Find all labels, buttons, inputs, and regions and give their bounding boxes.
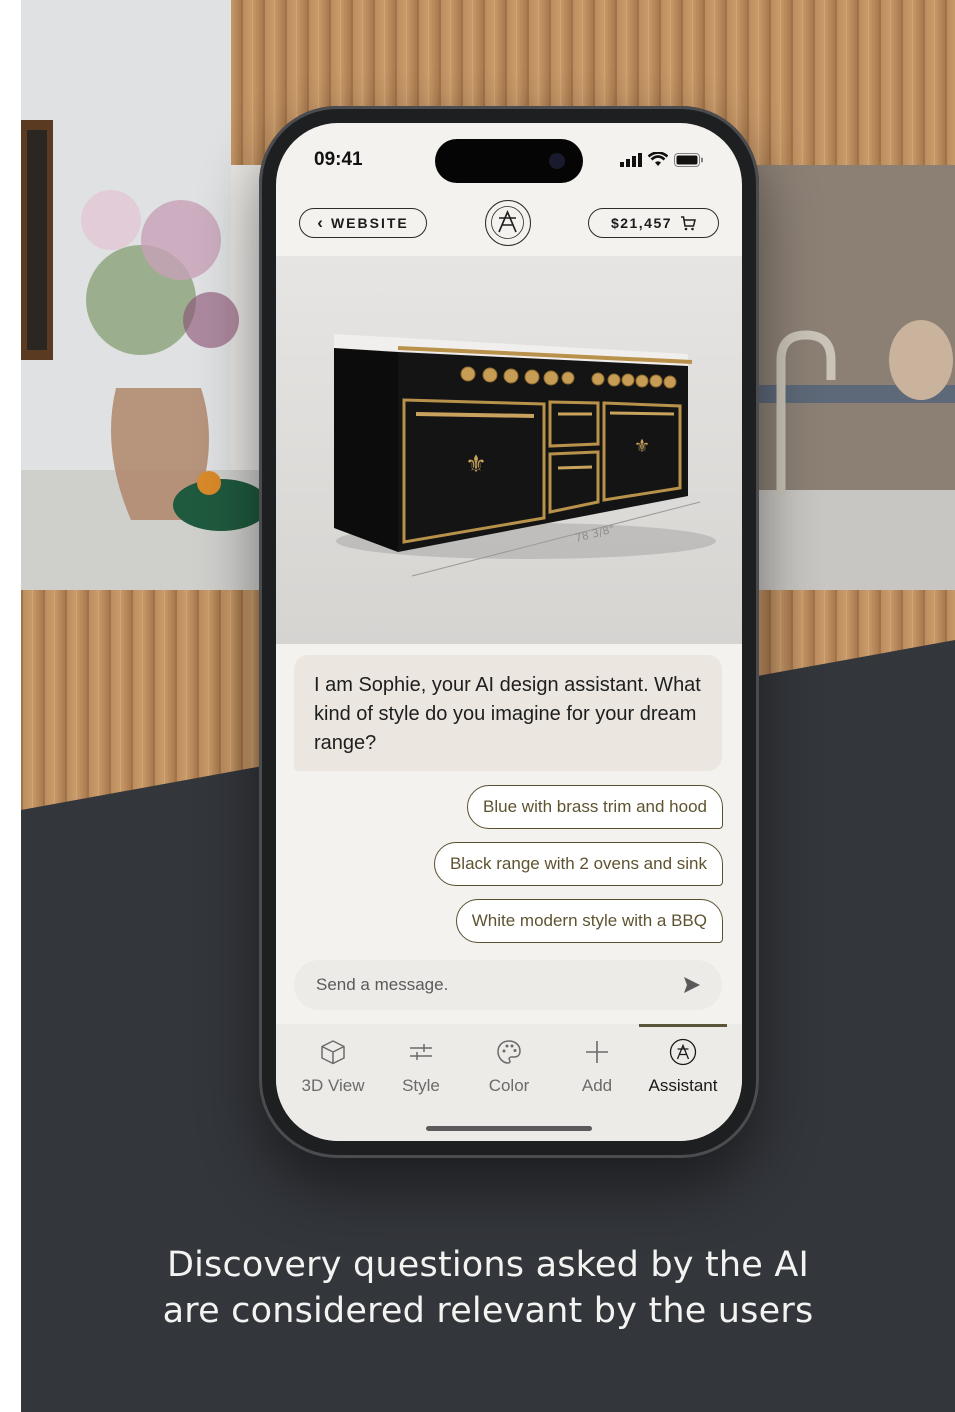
assistant-message-bubble: I am Sophie, your AI design assistant. W… xyxy=(294,655,722,771)
signal-icon xyxy=(620,153,642,167)
tab-assistant[interactable]: Assistant xyxy=(639,1024,727,1108)
brand-logo[interactable] xyxy=(485,200,531,246)
bottom-tab-bar: 3D View Style Color Add Assistant xyxy=(276,1024,742,1141)
caption-line-2: are considered relevant by the users xyxy=(162,1291,814,1331)
back-button-label: WEBSITE xyxy=(330,215,409,231)
brand-logo-icon xyxy=(491,206,524,239)
sliders-icon xyxy=(410,1044,432,1060)
cart-icon xyxy=(681,216,697,231)
brand-logo-icon xyxy=(669,1038,697,1066)
status-icons xyxy=(620,151,704,167)
wifi-icon xyxy=(648,152,668,166)
tab-add[interactable]: Add xyxy=(553,1024,641,1108)
chevron-left-icon: ‹ xyxy=(317,213,323,232)
back-to-website-button[interactable]: ‹ WEBSITE xyxy=(299,208,427,238)
dynamic-island xyxy=(435,139,583,183)
tab-label: Color xyxy=(488,1076,530,1095)
cart-button[interactable]: $21,457 xyxy=(588,208,719,238)
tab-color[interactable]: Color xyxy=(465,1024,553,1108)
message-composer xyxy=(294,960,722,1010)
slide-caption: Discovery questions asked by the AI are … xyxy=(21,1242,955,1334)
tab-label: Add xyxy=(581,1076,613,1095)
suggestion-label: Black range with 2 ovens and sink xyxy=(449,854,707,873)
tab-3d-view[interactable]: 3D View xyxy=(289,1024,377,1108)
home-indicator xyxy=(426,1126,592,1131)
cart-total: $21,457 xyxy=(610,215,673,231)
marketing-slide: Discovery questions asked by the AI are … xyxy=(21,0,955,1412)
palette-icon xyxy=(497,1040,521,1064)
range-stove-render: ⚜ ⚜ 78 3/8" xyxy=(276,256,742,644)
message-input[interactable] xyxy=(314,974,658,996)
app-screen: 09:41 ‹ WEBSITE $21,457 ⚜ ⚜ 78 3/8" I am… xyxy=(276,123,742,1141)
svg-text:⚜: ⚜ xyxy=(634,436,650,457)
cube-icon xyxy=(321,1040,345,1065)
status-time: 09:41 xyxy=(314,149,363,170)
suggestion-chip[interactable]: White modern style with a BBQ xyxy=(455,899,723,943)
send-icon[interactable] xyxy=(682,975,702,995)
suggestion-chip[interactable]: Black range with 2 ovens and sink xyxy=(433,842,723,886)
assistant-message-text: I am Sophie, your AI design assistant. W… xyxy=(314,674,701,754)
battery-icon xyxy=(674,153,703,167)
caption-line-1: Discovery questions asked by the AI xyxy=(166,1245,810,1285)
tab-label: 3D View xyxy=(301,1076,365,1095)
tab-label: Assistant xyxy=(648,1076,718,1095)
suggestion-chip[interactable]: Blue with brass trim and hood xyxy=(467,785,723,829)
phone-mockup: 09:41 ‹ WEBSITE $21,457 ⚜ ⚜ 78 3/8" I am… xyxy=(259,106,759,1158)
suggestion-label: Blue with brass trim and hood xyxy=(483,797,707,816)
tab-style[interactable]: Style xyxy=(377,1024,465,1108)
plus-icon xyxy=(586,1041,608,1063)
svg-text:⚜: ⚜ xyxy=(465,450,487,478)
3d-product-viewer[interactable]: ⚜ ⚜ 78 3/8" xyxy=(276,256,742,644)
suggestion-label: White modern style with a BBQ xyxy=(471,911,707,930)
tab-label: Style xyxy=(402,1076,440,1095)
